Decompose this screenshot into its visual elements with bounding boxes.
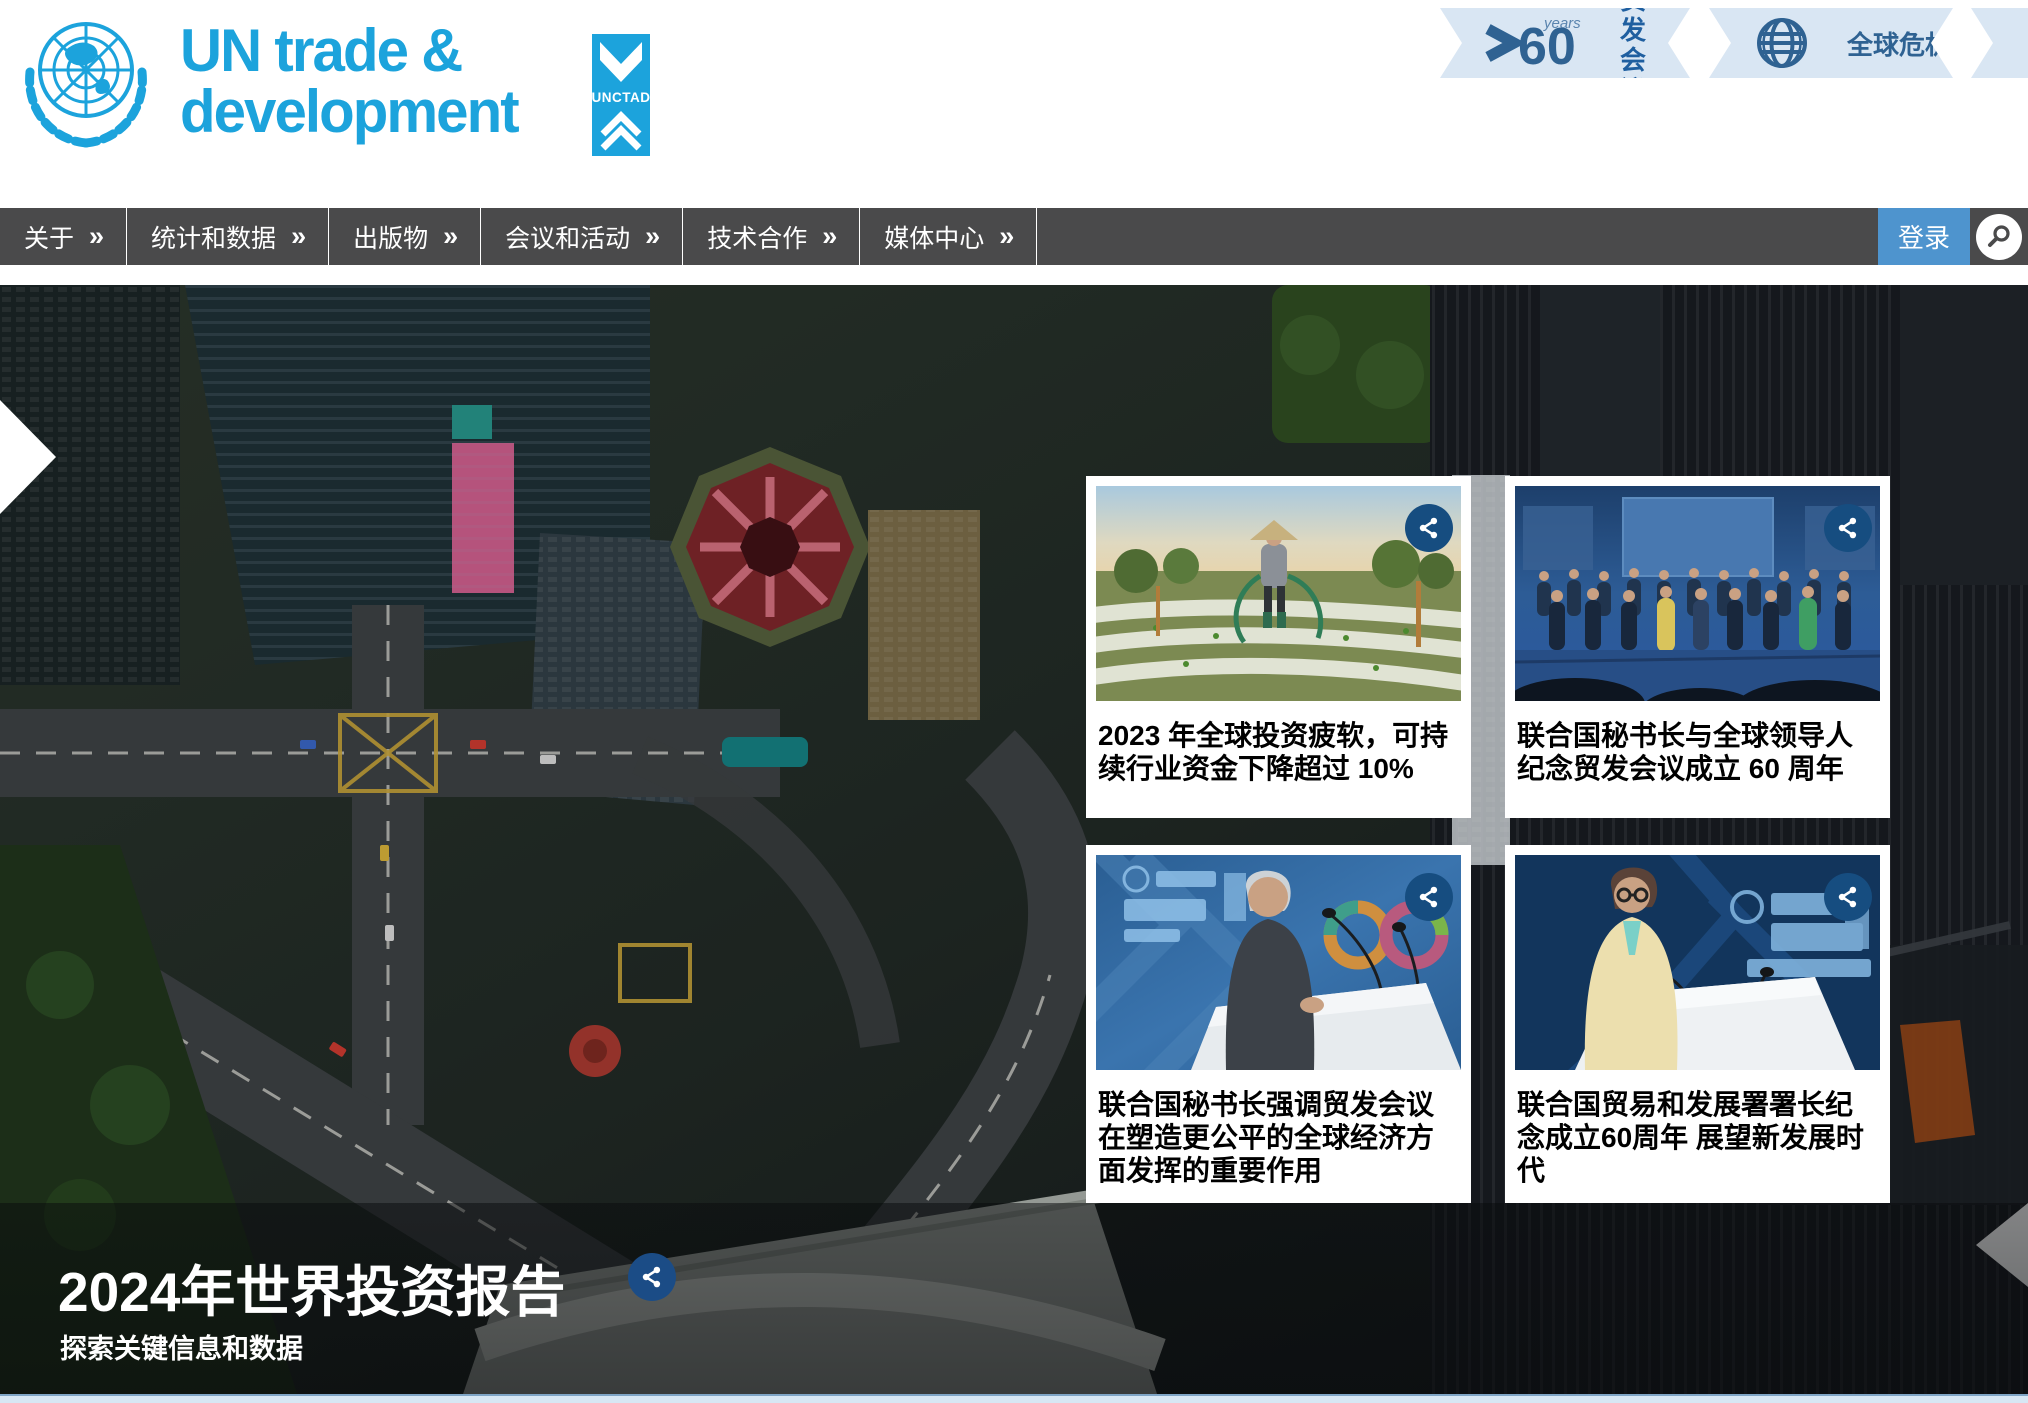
share-button[interactable] (1824, 873, 1872, 921)
news-card-image (1096, 486, 1461, 701)
nav-item-label: 关于 (24, 219, 74, 255)
banner-share-button[interactable] (628, 1253, 676, 1301)
news-card-title[interactable]: 联合国秘书长与全球领导人纪念贸发会议成立 60 周年 (1517, 719, 1878, 785)
share-button[interactable] (1405, 873, 1453, 921)
chevron-right-icon: » (822, 221, 835, 252)
nav-item-about[interactable]: 关于 » (0, 208, 127, 265)
globe-icon (1755, 16, 1809, 70)
search-area (1970, 208, 2028, 265)
site-logo-text: UN trade & development (180, 20, 518, 142)
news-card-title[interactable]: 2023 年全球投资疲软，可持续行业资金下降超过 10% (1098, 719, 1459, 785)
nav-item-publications[interactable]: 出版物 » (329, 208, 481, 265)
banner-subtitle: 探索关键信息和数据 (60, 1327, 303, 1366)
share-button[interactable] (1405, 504, 1453, 552)
site-header: UN trade & development UNCTAD 60 years 贸… (0, 0, 2028, 208)
next-section-edge (0, 1394, 2028, 1403)
60-years-logo: 60 years (1478, 12, 1596, 74)
60-years-label: years (1543, 15, 1581, 32)
unctad-chevron-icon: UNCTAD (592, 34, 650, 156)
nav-spacer (1037, 208, 1878, 265)
share-icon (1835, 515, 1861, 541)
news-card-secretary-general[interactable]: 联合国秘书长强调贸发会议在塑造更公平的全球经济方面发挥的重要作用 (1086, 845, 1471, 1203)
news-card-leaders-forum[interactable]: 联合国秘书长与全球领导人纪念贸发会议成立 60 周年 (1505, 476, 1890, 818)
share-icon (1416, 515, 1442, 541)
nav-item-technical-cooperation[interactable]: 技术合作 » (683, 208, 860, 265)
search-icon (1985, 223, 2013, 251)
hero-section: 2023 年全球投资疲软，可持续行业资金下降超过 10% (0, 285, 2028, 1403)
news-card-image (1515, 855, 1880, 1070)
hero-banner: 2024年世界投资报告 探索关键信息和数据 (0, 1203, 2028, 1403)
unctad-tab-label: UNCTAD (592, 90, 650, 105)
unctad-chevron-mark: UNCTAD (592, 34, 650, 156)
news-card-image (1515, 486, 1880, 701)
share-button[interactable] (1824, 504, 1872, 552)
news-card-image (1096, 855, 1461, 1070)
chevron-right-icon: » (645, 221, 658, 252)
news-card-title[interactable]: 联合国秘书长强调贸发会议在塑造更公平的全球经济方面发挥的重要作用 (1098, 1088, 1459, 1187)
logo-line-2: development (180, 81, 518, 142)
chevron-right-icon: » (999, 221, 1012, 252)
site-logo[interactable]: UN trade & development UNCTAD (12, 6, 652, 156)
nav-item-label: 媒体中心 (884, 219, 984, 255)
nav-item-label: 出版物 (353, 219, 428, 255)
nav-item-media-center[interactable]: 媒体中心 » (860, 208, 1037, 265)
un-emblem-icon (12, 8, 160, 156)
news-card-title[interactable]: 联合国贸易和发展署署长纪念成立60周年 展望新发展时代 (1517, 1088, 1878, 1187)
nav-item-label: 技术合作 (707, 219, 807, 255)
nav-item-meetings[interactable]: 会议和活动 » (481, 208, 683, 265)
share-icon (1416, 884, 1442, 910)
share-icon (1835, 884, 1861, 910)
badge-60-vertical-text: 贸发会议60周年 (1620, 8, 1654, 78)
banner-title[interactable]: 2024年世界投资报告 (58, 1247, 565, 1327)
badge-60-years[interactable]: 60 years 贸发会议60周年 (1440, 8, 1690, 78)
nav-item-statistics[interactable]: 统计和数据 » (127, 208, 329, 265)
badge-global-crisis-label: 全球危机 (1847, 25, 1951, 62)
chevron-right-icon: » (443, 221, 456, 252)
login-button[interactable]: 登录 (1878, 208, 1970, 265)
news-card-unctad-chief[interactable]: 联合国贸易和发展署署长纪念成立60周年 展望新发展时代 (1505, 845, 1890, 1203)
badge-clipped-stub[interactable] (1971, 8, 2028, 78)
badge-global-crisis[interactable]: 全球危机 (1709, 8, 1953, 78)
nav-item-label: 统计和数据 (151, 219, 276, 255)
chevron-right-icon: » (89, 221, 102, 252)
nav-item-label: 会议和活动 (505, 219, 630, 255)
news-card-investment[interactable]: 2023 年全球投资疲软，可持续行业资金下降超过 10% (1086, 476, 1471, 818)
search-button[interactable] (1976, 214, 2022, 260)
chevron-right-icon: » (291, 221, 304, 252)
share-icon (639, 1264, 665, 1290)
main-nav: 关于 » 统计和数据 » 出版物 » 会议和活动 » 技术合作 » 媒体中心 »… (0, 208, 2028, 265)
logo-line-1: UN trade & (180, 20, 518, 81)
